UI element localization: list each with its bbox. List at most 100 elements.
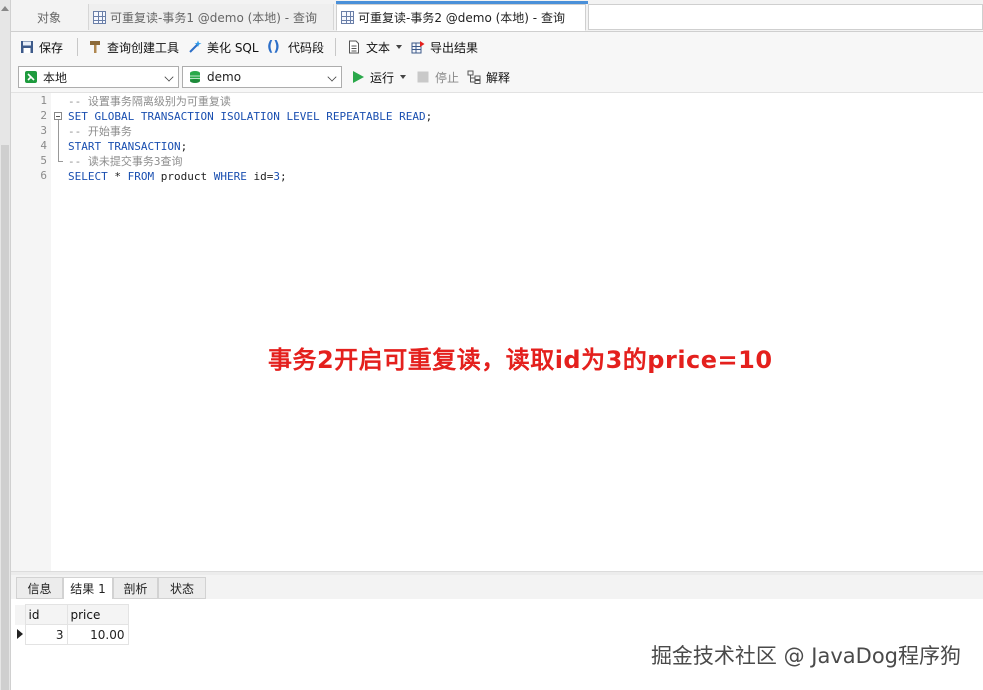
column-header-price[interactable]: price [66, 604, 129, 625]
sql-condition: id= [246, 170, 274, 183]
query-table-icon [93, 10, 106, 24]
save-label: 保存 [39, 40, 64, 55]
sql-star: * [107, 170, 128, 183]
tab-info-label: 信息 [27, 581, 52, 596]
hammer-icon [90, 41, 100, 53]
annotation-text: 事务2开启可重复读，读取id为3的price=10 [268, 346, 773, 374]
magic-wand-icon [189, 40, 202, 53]
line-number: 5 [40, 154, 47, 167]
save-icon [21, 41, 33, 53]
line-number: 6 [40, 169, 47, 182]
text-button[interactable]: 文本 [347, 38, 403, 56]
fold-guide-line [58, 120, 59, 161]
query-builder-label: 查询创建工具 [107, 40, 180, 55]
sql-number: 3 [273, 170, 280, 183]
run-button[interactable]: 运行 [351, 68, 407, 86]
results-grid[interactable]: id price 3 10.00 [15, 604, 129, 645]
sql-table-name: product [154, 170, 214, 183]
explain-tree-icon [467, 70, 481, 84]
watermark-text: 掘金技术社区 @ JavaDog程序狗 [650, 644, 961, 668]
fold-collapse-icon[interactable] [54, 112, 62, 120]
sql-comment: -- 设置事务隔离级别为可重复读 [68, 95, 231, 108]
tab-result-1-label: 结果 1 [70, 582, 106, 596]
line-number: 2 [40, 109, 47, 122]
code-snippet-button[interactable]: () 代码段 [267, 38, 324, 56]
sql-terminator: ; [425, 110, 433, 123]
result-tab-bar: 信息 结果 1 剖析 状态 [11, 575, 983, 600]
sql-keyword: START TRANSACTION [68, 140, 181, 153]
connection-icon [25, 71, 37, 83]
database-select-value: demo [207, 70, 242, 84]
cell-price[interactable]: 10.00 [66, 624, 129, 645]
line-number: 1 [40, 94, 47, 107]
run-label: 运行 [370, 70, 395, 85]
tab-query2-label: 可重复读-事务2 @demo (本地) - 查询 [358, 11, 565, 25]
chevron-down-icon[interactable] [400, 75, 407, 79]
server-select-value: 本地 [43, 70, 68, 85]
explain-label: 解释 [486, 70, 511, 85]
export-results-label: 导出结果 [430, 40, 479, 55]
toolbar-divider [77, 38, 78, 56]
tab-status[interactable]: 状态 [158, 577, 206, 599]
beautify-sql-label: 美化 SQL [207, 40, 259, 55]
code-line-5: -- 读未提交事务3查询 [68, 154, 183, 169]
tab-strip-empty [588, 4, 983, 30]
sql-keyword: FROM [127, 170, 155, 183]
row-marker-header [15, 604, 25, 625]
tab-status-label: 状态 [169, 581, 194, 596]
sql-comment: -- 读未提交事务3查询 [68, 155, 183, 168]
server-select[interactable]: 本地 [18, 66, 179, 88]
tab-objects-label: 对象 [36, 10, 61, 25]
sql-terminator: ; [180, 140, 188, 153]
database-icon [190, 71, 200, 83]
connection-toolbar: 本地 demo 运行 停止 解释 [11, 62, 983, 93]
sql-editor[interactable]: 1 2 3 4 5 6 -- 设置事务隔离级别为可重复读 SET GLOBAL … [11, 93, 983, 571]
tab-query1[interactable]: 可重复读-事务1 @demo (本地) - 查询 [88, 4, 334, 30]
sql-keyword: SET GLOBAL TRANSACTION ISOLATION LEVEL R… [68, 110, 426, 123]
column-header-id[interactable]: id [24, 604, 68, 625]
line-number-gutter: 1 2 3 4 5 6 [11, 93, 51, 571]
export-icon [411, 41, 425, 54]
chevron-down-icon[interactable] [396, 45, 403, 49]
code-line-4: START TRANSACTION; [68, 139, 187, 154]
document-icon [349, 40, 359, 54]
query-builder-button[interactable]: 查询创建工具 [88, 38, 179, 56]
grid-header-row: id price [15, 604, 129, 625]
code-line-6: SELECT * FROM product WHERE id=3; [68, 169, 287, 184]
left-scroll-strip[interactable] [0, 0, 11, 690]
scroll-up-arrow-icon[interactable] [1, 6, 9, 11]
tab-query2-active[interactable]: 可重复读-事务2 @demo (本地) - 查询 [336, 1, 588, 31]
line-number: 4 [40, 139, 47, 152]
current-row-pointer-icon [17, 628, 23, 639]
play-icon [353, 71, 364, 83]
tab-info[interactable]: 信息 [16, 577, 63, 599]
code-line-2: SET GLOBAL TRANSACTION ISOLATION LEVEL R… [68, 109, 432, 124]
main-toolbar: 保存 查询创建工具 美化 SQL () 代码段 文本 导出结果 [11, 32, 983, 62]
scroll-thumb[interactable] [1, 145, 9, 690]
stop-label: 停止 [435, 70, 460, 85]
chevron-down-icon[interactable] [164, 72, 174, 82]
row-marker [15, 625, 25, 645]
fold-margin [53, 93, 65, 571]
beautify-sql-button[interactable]: 美化 SQL [188, 38, 259, 56]
tab-profile-label: 剖析 [123, 581, 148, 596]
code-line-1: -- 设置事务隔离级别为可重复读 [68, 94, 231, 109]
stop-button[interactable]: 停止 [416, 68, 459, 86]
sql-comment: -- 开始事务 [68, 125, 132, 138]
cell-id[interactable]: 3 [24, 624, 68, 645]
explain-button[interactable]: 解释 [467, 68, 510, 86]
database-select[interactable]: demo [182, 66, 342, 88]
chevron-down-icon[interactable] [327, 72, 337, 82]
tab-profile[interactable]: 剖析 [113, 577, 158, 599]
save-button[interactable]: 保存 [20, 38, 63, 56]
sql-keyword: SELECT [68, 170, 108, 183]
toolbar-divider [335, 38, 336, 56]
text-label: 文本 [366, 40, 391, 55]
export-results-button[interactable]: 导出结果 [411, 38, 478, 56]
table-row[interactable]: 3 10.00 [15, 624, 129, 645]
tab-objects[interactable]: 对象 [11, 4, 87, 30]
code-line-3: -- 开始事务 [68, 124, 132, 139]
sql-terminator: ; [279, 170, 287, 183]
tab-result-1[interactable]: 结果 1 [63, 577, 113, 600]
fold-guide-end [58, 161, 63, 162]
